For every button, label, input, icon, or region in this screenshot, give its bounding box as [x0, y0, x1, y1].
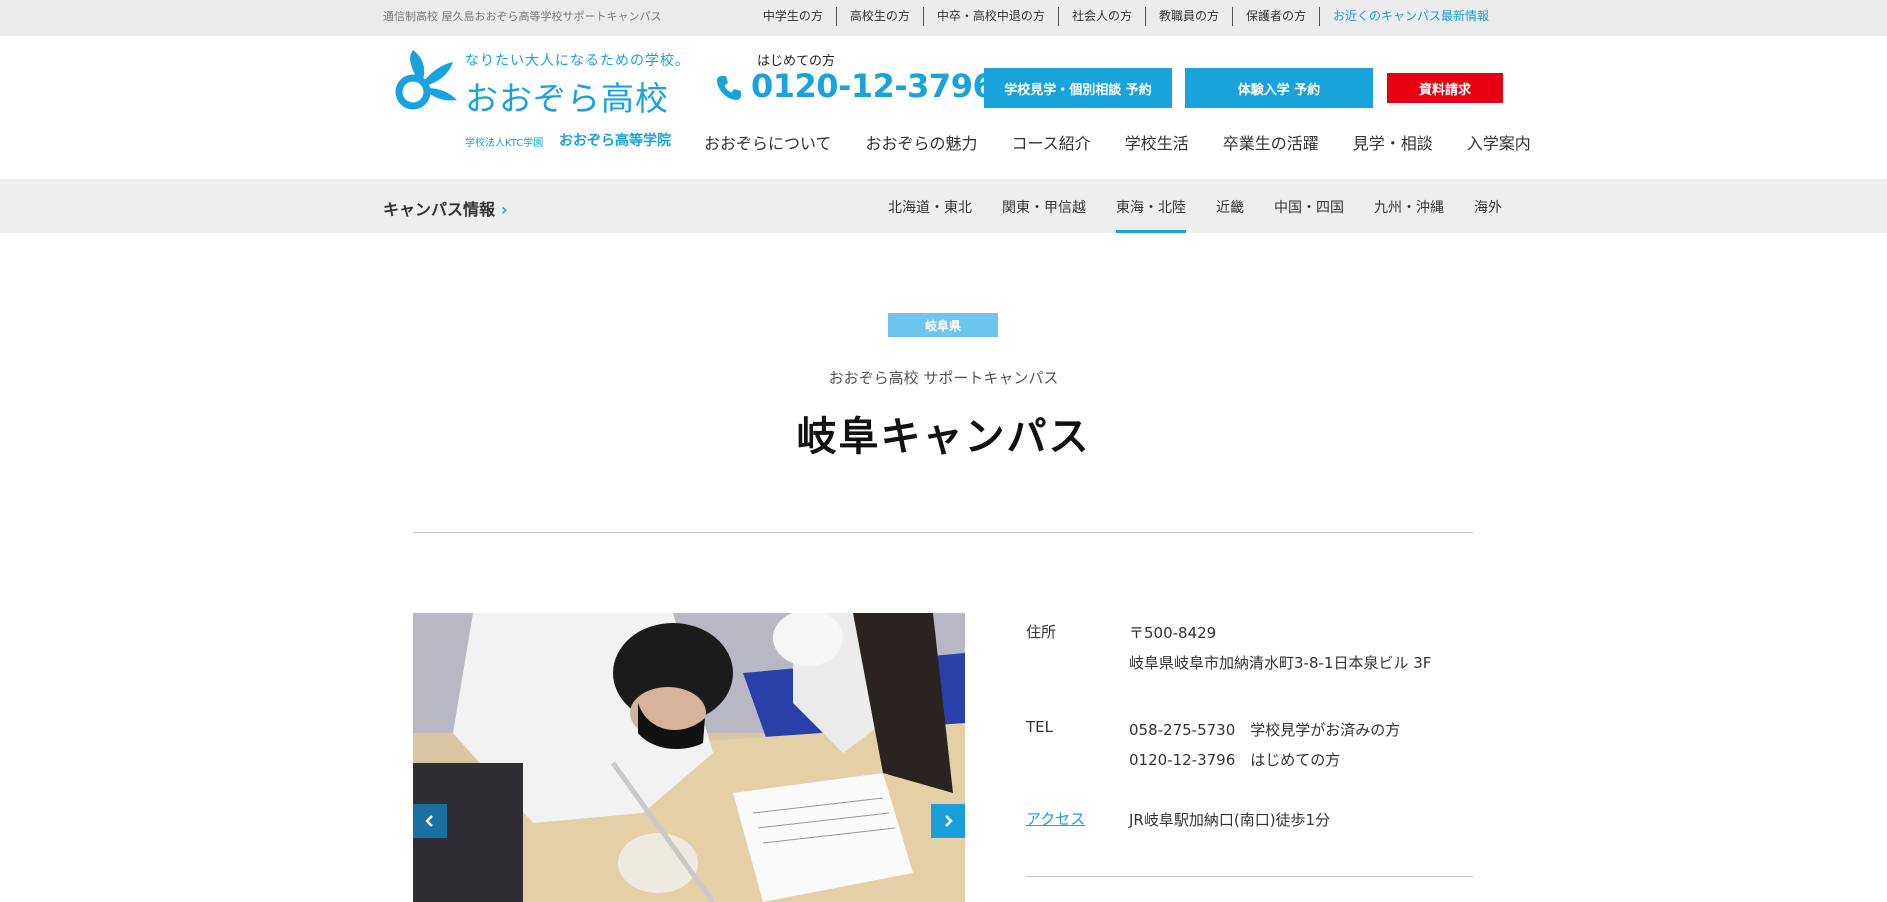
logo-tagline: なりたい大人になるための学校。 [465, 53, 690, 69]
divider [413, 532, 1473, 533]
site-tagline: 通信制高校 屋久島おおぞら高等学校サポートキャンパス [383, 10, 662, 23]
address-row: 住所 〒500-8429 岐阜県岐阜市加納清水町3-8-1日本泉ビル 3F [1026, 618, 1473, 678]
postal-code: 〒500-8429 [1129, 624, 1217, 642]
chevron-right-icon [945, 815, 953, 827]
page-subtitle: おおぞら高校 サポートキャンパス [828, 369, 1059, 387]
nav-graduates[interactable]: 卒業生の活躍 [1223, 130, 1319, 154]
bird-logo-icon [395, 50, 457, 110]
region-tabs: 北海道・東北 関東・甲信越 東海・北陸 近畿 中国・四国 九州・沖縄 海外 [858, 179, 1502, 233]
slider-prev-button[interactable] [413, 804, 447, 838]
phone-icon [717, 76, 741, 100]
tab-kinki[interactable]: 近畿 [1216, 179, 1244, 233]
chevron-left-icon [425, 815, 433, 827]
link-teachers[interactable]: 教職員の方 [1144, 7, 1232, 26]
trial-reservation-button[interactable]: 体験入学 予約 [1185, 68, 1373, 108]
tel-row: TEL 058-275-5730 学校見学がお済みの方 0120-12-3796… [1026, 715, 1473, 775]
nav-school-life[interactable]: 学校生活 [1125, 130, 1189, 154]
tab-hokkaido-tohoku[interactable]: 北海道・東北 [888, 179, 972, 233]
global-nav: おおぞらについて おおぞらの魅力 コース紹介 学校生活 卒業生の活躍 見学・相談… [704, 130, 1531, 154]
logo-school: おおぞら高等学院 [559, 133, 671, 149]
top-utility-bar: 通信制高校 屋久島おおぞら高等学校サポートキャンパス 中学生の方 高校生の方 中… [0, 0, 1887, 36]
nav-admission[interactable]: 入学案内 [1467, 130, 1531, 154]
phone-contact[interactable]: はじめての方 0120-12-3796 [715, 50, 995, 110]
campus-info-title: キャンパス情報 [383, 200, 496, 219]
link-nearby-campus[interactable]: お近くのキャンパス最新情報 [1318, 7, 1502, 26]
tab-kyushu-okinawa[interactable]: 九州・沖縄 [1374, 179, 1444, 233]
campus-photo [413, 613, 965, 902]
tel-first-time: 0120-12-3796 はじめての方 [1129, 751, 1341, 769]
audience-links: 中学生の方 高校生の方 中卒・高校中退の方 社会人の方 教職員の方 保護者の方 … [750, 7, 1502, 26]
page-title: 岐阜キャンパス [796, 414, 1091, 460]
nav-courses[interactable]: コース紹介 [1012, 130, 1091, 154]
nav-visit[interactable]: 見学・相談 [1353, 130, 1433, 154]
link-junior-high[interactable]: 中学生の方 [750, 7, 836, 26]
tab-tokai-hokuriku[interactable]: 東海・北陸 [1116, 179, 1186, 233]
tab-chugoku-shikoku[interactable]: 中国・四国 [1274, 179, 1344, 233]
logo-name: おおぞら高校 [465, 79, 669, 118]
campus-info-link[interactable]: キャンパス情報 › [383, 196, 508, 220]
info-divider [1026, 876, 1473, 877]
link-adult[interactable]: 社会人の方 [1057, 7, 1145, 26]
phone-number: 0120-12-3796 [751, 67, 995, 105]
tel-visited: 058-275-5730 学校見学がお済みの方 [1129, 721, 1401, 739]
tab-overseas[interactable]: 海外 [1474, 179, 1502, 233]
prefecture-badge: 岐阜県 [888, 313, 998, 337]
request-documents-button[interactable]: 資料請求 [1387, 73, 1503, 103]
visit-reservation-button[interactable]: 学校見学・個別相談 予約 [984, 68, 1172, 108]
access-link[interactable]: アクセス [1026, 808, 1085, 829]
campus-info-bar: キャンパス情報 › 北海道・東北 関東・甲信越 東海・北陸 近畿 中国・四国 九州… [0, 179, 1887, 233]
chevron-right-icon: › [501, 200, 508, 219]
tab-kanto-koshinetsu[interactable]: 関東・甲信越 [1002, 179, 1086, 233]
link-high-school[interactable]: 高校生の方 [835, 7, 923, 26]
link-dropout[interactable]: 中卒・高校中退の方 [922, 7, 1058, 26]
access-value: JR岐阜駅加納口(南口)徒歩1分 [1129, 811, 1331, 829]
tel-label: TEL [1026, 718, 1053, 736]
nav-about[interactable]: おおぞらについて [704, 130, 832, 154]
campus-info: 住所 〒500-8429 岐阜県岐阜市加納清水町3-8-1日本泉ビル 3F TE… [1026, 618, 1473, 877]
access-row: アクセス JR岐阜駅加納口(南口)徒歩1分 [1026, 805, 1473, 835]
address-value: 岐阜県岐阜市加納清水町3-8-1日本泉ビル 3F [1129, 654, 1432, 672]
campus-photo-slider[interactable] [413, 613, 965, 902]
link-parents[interactable]: 保護者の方 [1231, 7, 1319, 26]
slider-next-button[interactable] [931, 804, 965, 838]
nav-appeal[interactable]: おおぞらの魅力 [866, 130, 978, 154]
site-logo[interactable]: なりたい大人になるための学校。 おおぞら高校 学校法人KTC学園 おおぞら高等学… [391, 48, 689, 154]
logo-corp: 学校法人KTC学園 [465, 138, 544, 149]
address-label: 住所 [1026, 623, 1057, 641]
